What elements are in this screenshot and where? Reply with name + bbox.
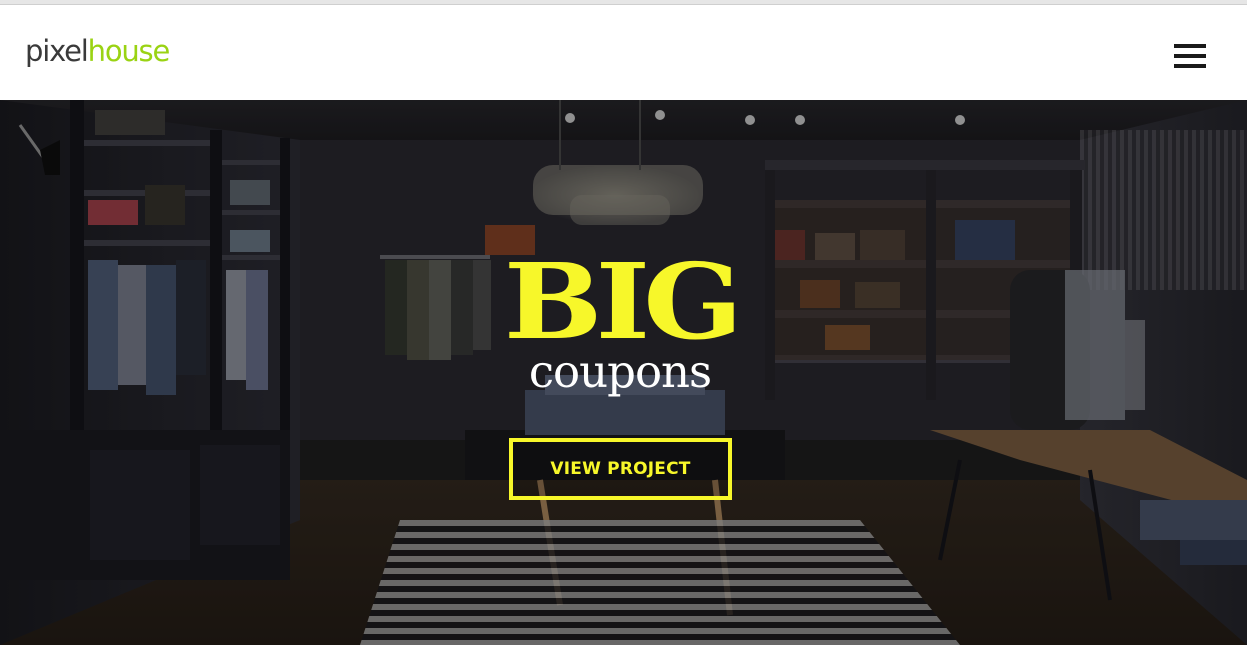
hero-headline-sub: coupons: [528, 345, 712, 398]
site-header: pixelhouse: [0, 5, 1247, 100]
logo-text-house: house: [87, 34, 171, 68]
hero-headline-big: BIG: [503, 240, 743, 363]
view-project-button[interactable]: VIEW PROJECT: [509, 438, 732, 500]
hero-banner: BIG coupons VIEW PROJECT: [0, 100, 1247, 645]
site-logo[interactable]: pixelhouse: [25, 33, 171, 69]
hamburger-menu-icon[interactable]: [1174, 44, 1206, 68]
logo-text-pixel: pixel: [25, 34, 89, 68]
